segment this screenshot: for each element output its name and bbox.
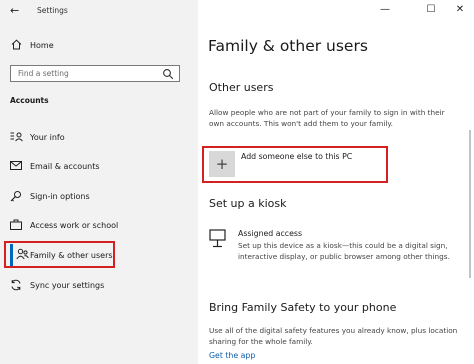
sidebar-item-label: Family & other users (30, 251, 113, 260)
minimize-icon[interactable]: — (378, 3, 392, 17)
sidebar-item-label: Your info (30, 133, 65, 142)
sidebar-item-home[interactable]: Home (10, 38, 180, 52)
assigned-access-description: Set up this device as a kiosk—this could… (238, 241, 450, 261)
add-someone-label: Add someone else to this PC (241, 152, 353, 161)
email-icon (10, 161, 22, 170)
sidebar-item-sync-settings[interactable]: Sync your settings (10, 278, 180, 292)
add-someone-button[interactable]: + Add someone else to this PC (207, 149, 383, 180)
briefcase-icon (10, 219, 22, 230)
sidebar-item-access-work-school[interactable]: Access work or school (10, 218, 180, 232)
sidebar-item-label: Email & accounts (30, 162, 100, 171)
search-placeholder: Find a setting (18, 69, 69, 78)
kiosk-icon (209, 229, 226, 248)
sidebar-item-email-accounts[interactable]: Email & accounts (10, 159, 180, 173)
page-title: Family & other users (208, 37, 368, 55)
assigned-access-title: Assigned access (238, 229, 303, 238)
sidebar-top-bg (0, 0, 198, 22)
sync-icon (11, 279, 21, 291)
scrollbar[interactable] (469, 130, 471, 278)
window-title-label: Settings (37, 6, 68, 15)
close-icon[interactable]: ✕ (453, 3, 467, 17)
family-safety-description: Use all of the digital safety features y… (209, 326, 458, 346)
person-card-icon (10, 132, 23, 142)
family-safety-heading: Bring Family Safety to your phone (209, 301, 397, 314)
search-icon[interactable] (162, 68, 174, 80)
sidebar-item-label: Sync your settings (30, 281, 105, 290)
sidebar-item-label: Access work or school (30, 221, 119, 230)
sidebar-item-your-info[interactable]: Your info (10, 130, 180, 144)
sidebar-item-label: Home (30, 41, 54, 50)
key-icon (10, 191, 21, 202)
search-input[interactable]: Find a setting (10, 65, 180, 82)
sidebar-item-label: Sign-in options (30, 192, 90, 201)
other-users-description: Allow people who are not part of your fa… (209, 108, 445, 128)
section-title: Accounts (10, 96, 49, 105)
home-icon (11, 39, 22, 50)
people-icon (16, 248, 29, 260)
other-users-heading: Other users (209, 81, 274, 94)
add-icon: + (209, 151, 235, 177)
back-button[interactable]: ← (10, 4, 19, 18)
sidebar-item-family-other-users[interactable]: Family & other users (16, 248, 113, 262)
kiosk-heading: Set up a kiosk (209, 197, 287, 210)
sidebar-item-sign-in-options[interactable]: Sign-in options (10, 189, 180, 203)
maximize-icon[interactable]: ☐ (424, 3, 438, 17)
assigned-access-item[interactable]: Assigned access Set up this device as a … (209, 227, 464, 277)
get-the-app-link[interactable]: Get the app (209, 351, 255, 361)
